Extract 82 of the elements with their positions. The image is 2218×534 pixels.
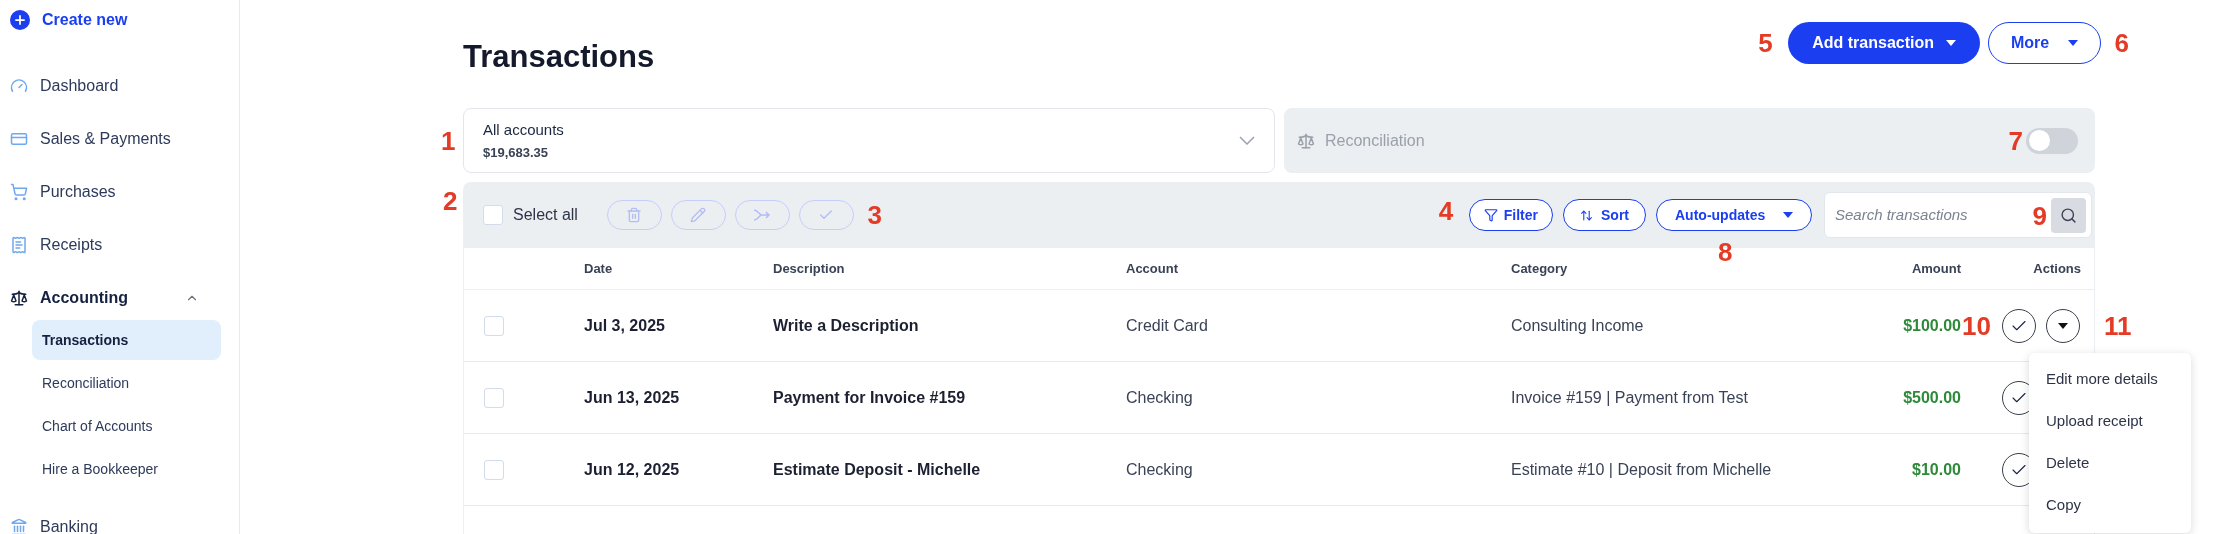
column-header: Account xyxy=(1126,259,1179,278)
search-field[interactable]: Search transactions 9 xyxy=(1824,192,2092,238)
menu-item[interactable]: Copy xyxy=(2029,484,2191,527)
menu-item[interactable]: Delete xyxy=(2029,442,2191,485)
callout-number: 6 xyxy=(2114,30,2129,56)
receipt-icon xyxy=(10,235,28,254)
page-title: Transactions xyxy=(463,38,655,75)
callout-number: 11 xyxy=(2104,312,2132,339)
account-label: All accounts xyxy=(483,119,564,140)
column-header: Description xyxy=(773,259,846,278)
cart-icon xyxy=(10,182,28,201)
checkbox[interactable] xyxy=(484,459,504,480)
scale-icon xyxy=(10,288,28,307)
sidebar-item[interactable]: Sales & Payments xyxy=(10,112,221,165)
sidebar-item[interactable]: Purchases xyxy=(10,165,221,218)
sidebar-subitem[interactable]: Chart of Accounts xyxy=(32,406,221,446)
column-header: Amount xyxy=(1911,259,1961,278)
callout-number: 8 xyxy=(1718,239,1733,265)
callout-number: 3 xyxy=(867,202,882,228)
reconciliation-label: Reconciliation xyxy=(1325,130,1425,151)
add-transaction-button[interactable]: Add transaction xyxy=(1788,22,1980,64)
sidebar-subitem[interactable]: Transactions xyxy=(32,320,221,360)
callout-number: 2 xyxy=(443,188,458,214)
account-cell-text: Checking xyxy=(1126,459,1194,480)
merge-icon xyxy=(753,208,772,222)
caret-icon xyxy=(2068,40,2078,46)
sort-icon xyxy=(1580,208,1593,222)
trash-icon xyxy=(626,207,643,223)
reconciliation-toggle[interactable] xyxy=(2026,127,2078,154)
menu-item[interactable]: Edit more details xyxy=(2029,358,2191,401)
category-cell-text: Invoice #159 | Payment from Test xyxy=(1511,387,1749,408)
pencil-icon xyxy=(690,207,707,223)
category-cell-text: Consulting Income xyxy=(1511,315,1645,336)
sort-button[interactable]: Sort xyxy=(1563,199,1646,231)
description-cell-text: Write a Description xyxy=(773,315,920,336)
category-cell-text: Estimate #10 | Deposit from Michelle xyxy=(1511,459,1773,480)
callout-number: 7 xyxy=(2008,128,2023,154)
select-all-label: Select all xyxy=(513,205,578,225)
search-button[interactable] xyxy=(2051,197,2086,233)
scale-icon xyxy=(1297,131,1315,150)
sidebar-item[interactable]: Receipts xyxy=(10,218,221,271)
filter-button[interactable]: Filter xyxy=(1468,199,1553,231)
column-header: Date xyxy=(584,259,614,278)
date-cell-text: Jun 12, 2025 xyxy=(584,459,681,480)
callout-number: 9 xyxy=(2032,203,2047,229)
checkbox[interactable] xyxy=(484,387,504,408)
description-cell-text: Estimate Deposit - Michelle xyxy=(773,459,982,480)
callout-number: 1 xyxy=(441,128,456,154)
account-cell-text: Checking xyxy=(1126,387,1194,408)
sidebar-item[interactable]: Banking xyxy=(10,500,221,534)
date-cell-text: Jun 13, 2025 xyxy=(584,387,681,408)
column-header: Actions xyxy=(2033,259,2081,278)
caret-icon xyxy=(1946,40,1956,46)
account-cell-text: Credit Card xyxy=(1126,315,1209,336)
more-button[interactable]: More xyxy=(1988,22,2101,64)
checkbox[interactable] xyxy=(484,315,504,336)
bank-icon xyxy=(10,517,28,534)
gauge-icon xyxy=(10,76,28,95)
sidebar-subitem[interactable]: Hire a Bookkeeper xyxy=(32,449,221,489)
amount-cell-text: $500.00 xyxy=(1903,387,1961,408)
sidebar-subitem[interactable]: Reconciliation xyxy=(32,363,221,403)
description-cell-text: Payment for Invoice #159 xyxy=(773,387,967,408)
create-new-button[interactable]: Create new xyxy=(10,1,128,39)
amount-cell-text: $100.00 xyxy=(1903,315,1961,336)
callout-number: 4 xyxy=(1438,198,1454,224)
plus-icon xyxy=(10,10,30,30)
caret-icon xyxy=(2058,322,2068,329)
column-header: Category xyxy=(1511,259,1569,278)
chevron-down-icon xyxy=(1239,136,1255,145)
callout-number: 5 xyxy=(1758,30,1773,56)
sidebar-item[interactable]: Dashboard xyxy=(10,59,221,112)
search-icon xyxy=(2060,206,2077,224)
auto-updates-button[interactable]: Auto-updates xyxy=(1656,199,1812,231)
account-dropdown[interactable]: All accounts $19,683.35 xyxy=(463,108,1275,173)
checkbox[interactable] xyxy=(483,205,503,225)
date-cell-text: Jul 3, 2025 xyxy=(584,315,666,336)
amount-cell-text: $10.00 xyxy=(1912,459,1961,480)
caret-icon xyxy=(1783,212,1793,218)
callout-number: 10 xyxy=(1962,312,1991,339)
filter-icon xyxy=(1483,208,1498,222)
menu-item[interactable]: Upload receipt xyxy=(2029,400,2191,443)
account-balance: $19,683.35 xyxy=(483,144,550,162)
